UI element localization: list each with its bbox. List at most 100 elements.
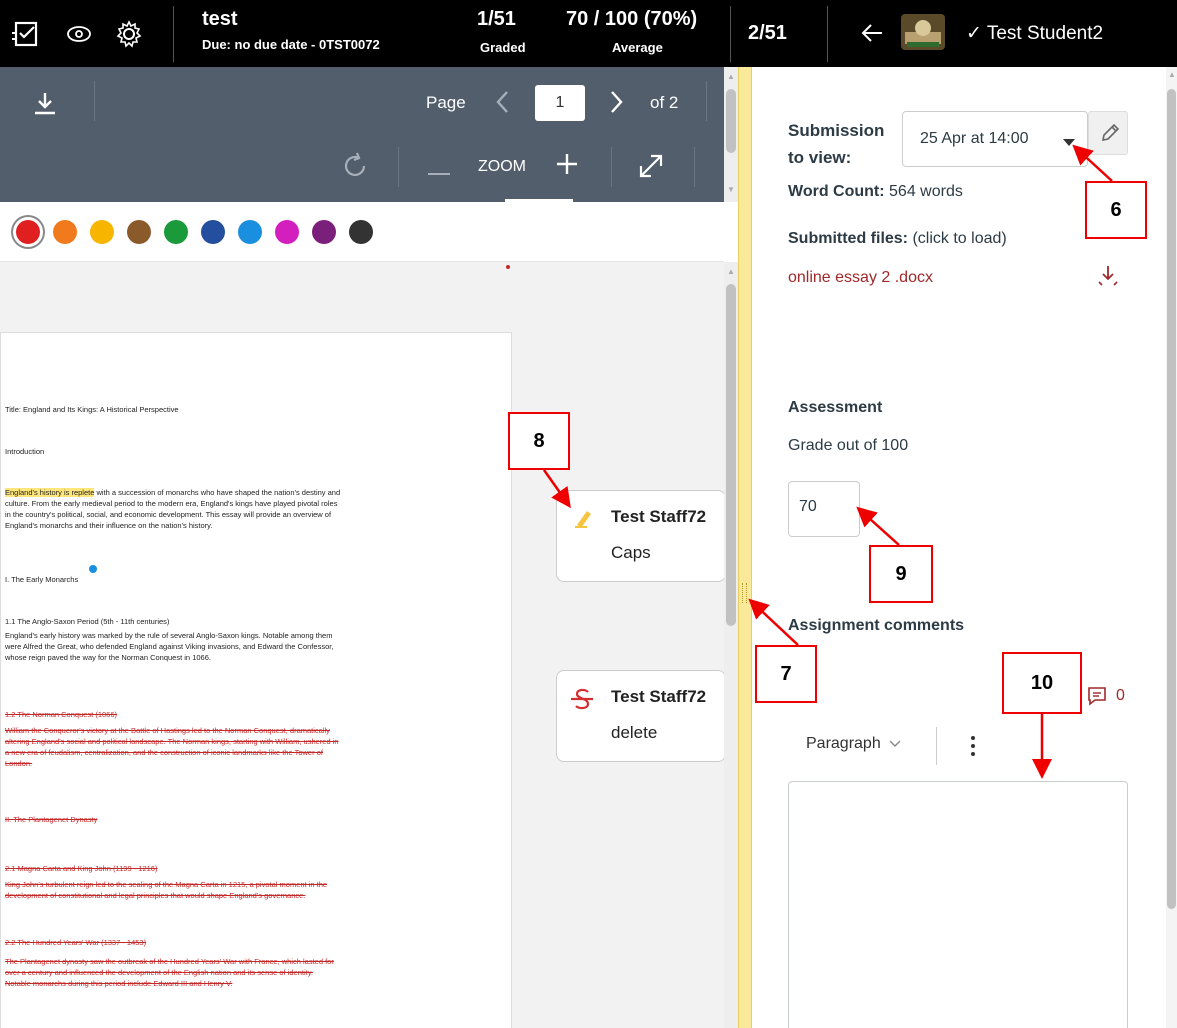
color-swatch[interactable] (53, 220, 77, 244)
callout-10: 10 (1002, 652, 1082, 714)
document-text-line[interactable]: culture. From the early medieval period … (5, 499, 337, 508)
toolbar-scrollbar[interactable]: ▲ ▼ (724, 67, 738, 202)
comment-author: Test Staff72 (611, 687, 707, 706)
color-swatch[interactable] (238, 220, 262, 244)
comment-count-icon (1086, 685, 1108, 712)
speedgrader-window: test Due: no due date - 0TST0072 1/51 Gr… (0, 0, 1177, 1028)
fullscreen-icon[interactable] (638, 153, 664, 184)
color-swatch[interactable] (164, 220, 188, 244)
eye-icon[interactable] (66, 23, 92, 50)
color-swatch[interactable] (127, 220, 151, 244)
point-annotation-pin-icon[interactable] (89, 565, 97, 573)
callout-7: 7 (755, 645, 817, 703)
color-swatch[interactable] (349, 220, 373, 244)
document-text-line[interactable]: England's history is replete with a succ… (5, 488, 340, 497)
callout-6: 6 (1085, 181, 1147, 239)
gradebook-icon[interactable] (12, 19, 42, 54)
next-page-chevron-icon[interactable] (608, 89, 624, 120)
page-total: of 2 (650, 93, 679, 112)
document-text-line[interactable]: 2.1 Magna Carta and King John (1199 - 12… (5, 864, 157, 873)
document-text-line[interactable]: II. The Plantagenet Dynasty (5, 815, 97, 824)
annotation-comment-card[interactable]: Test Staff72 Caps (556, 490, 726, 582)
download-icon[interactable] (32, 91, 58, 122)
due-date-text: Due: no due date - 0TST0072 (202, 37, 380, 52)
page-number-input[interactable]: 1 (535, 85, 585, 121)
zoom-in-icon[interactable] (556, 153, 578, 180)
annotation-comment-card[interactable]: Test Staff72 delete (556, 670, 726, 762)
callout-8: 8 (508, 412, 570, 470)
pencil-icon (1099, 122, 1121, 149)
assignment-title[interactable]: test (202, 8, 238, 31)
zoom-label: ZOOM (478, 158, 526, 175)
panel-resize-handle[interactable] (738, 67, 752, 1028)
student-avatar[interactable] (901, 14, 945, 55)
panel-scrollbar[interactable]: ▲ (1166, 67, 1177, 1028)
word-count: Word Count: 564 words (788, 183, 963, 200)
document-text-line[interactable]: development of constitutional and legal … (5, 891, 305, 900)
document-text-line[interactable]: a new era of feudalism, centralization, … (5, 748, 323, 757)
assessment-heading: Assessment (788, 399, 883, 416)
average-value: 70 / 100 (70%) (566, 8, 698, 30)
comment-editor[interactable] (788, 781, 1128, 1028)
submission-select[interactable]: 25 Apr at 14:00 (902, 111, 1088, 167)
document-text-line[interactable]: King John's turbulent reign led to the s… (5, 880, 327, 889)
comment-author: Test Staff72 (611, 507, 707, 526)
submitted-files: Submitted files: (click to load) (788, 230, 1007, 247)
rotate-icon[interactable] (340, 151, 370, 186)
graded-count: 1/51 (477, 8, 516, 30)
callout-9: 9 (869, 545, 933, 603)
document-text-line[interactable]: England's early history was marked by th… (5, 631, 332, 640)
document-page[interactable]: Title: England and Its Kings: A Historic… (0, 332, 512, 1028)
zoom-out-icon[interactable] (428, 163, 450, 181)
gear-icon[interactable] (114, 19, 144, 54)
color-swatch[interactable] (90, 220, 114, 244)
document-text-line[interactable]: in the country's political, social, and … (5, 510, 331, 519)
comment-body: delete (611, 723, 658, 742)
previous-student-arrow-icon[interactable] (860, 22, 884, 49)
document-text-line[interactable]: whose reign paved the way for the Norman… (5, 653, 211, 662)
document-text-line[interactable]: England's monarchs and their influence o… (5, 521, 212, 530)
strikeout-icon (569, 687, 595, 716)
color-swatch[interactable] (275, 220, 299, 244)
document-text-line[interactable]: Notable monarchs during this period incl… (5, 979, 232, 988)
file-download-icon[interactable] (1096, 263, 1120, 294)
document-viewer-toolbar: Page 1 of 2 ZOOM (0, 67, 724, 202)
color-swatch[interactable] (312, 220, 336, 244)
comment-body: Caps (611, 543, 651, 562)
submission-label: Submission to view: (788, 121, 885, 167)
document-text-line[interactable]: were Alfred the Great, who defended Engl… (5, 642, 333, 651)
student-name[interactable]: ✓ Test Student2 (966, 22, 1103, 45)
document-text-line[interactable]: altering England's social and political … (5, 737, 339, 746)
document-text-line[interactable]: London. (5, 759, 32, 768)
document-text-line[interactable]: Title: England and Its Kings: A Historic… (5, 405, 179, 414)
average-label: Average (612, 40, 663, 55)
student-index: 2/51 (748, 22, 787, 44)
comment-count: 0 (1116, 687, 1125, 704)
document-text-line[interactable]: Introduction (5, 447, 44, 456)
grade-input[interactable]: 70 (788, 481, 860, 537)
color-swatch[interactable] (16, 220, 40, 244)
document-text-line[interactable]: William the Conqueror's victory at the B… (5, 726, 330, 735)
caret-down-icon (1063, 134, 1075, 152)
assignment-comments-heading: Assignment comments (788, 617, 965, 634)
document-text-line[interactable]: 1.1 The Anglo-Saxon Period (5th - 11th c… (5, 617, 169, 626)
color-swatch[interactable] (201, 220, 225, 244)
submitted-file-link[interactable]: online essay 2 .docx (788, 269, 933, 287)
chevron-down-icon (889, 735, 901, 752)
document-text-line[interactable]: 1.2 The Norman Conquest (1066) (5, 710, 117, 719)
more-options-icon[interactable] (970, 735, 976, 762)
top-bar: test Due: no due date - 0TST0072 1/51 Gr… (0, 0, 1177, 67)
paragraph-format-dropdown[interactable]: Paragraph (806, 735, 901, 753)
highlighter-icon (573, 507, 595, 534)
document-text-line[interactable]: 2.2 The Hundred Years' War (1337 - 1453) (5, 938, 146, 947)
graded-label: Graded (480, 40, 526, 55)
edit-pencil-button[interactable] (1088, 111, 1128, 155)
document-scrollbar[interactable]: ▲ (724, 262, 738, 1028)
document-area: Title: England and Its Kings: A Historic… (0, 262, 726, 1028)
annotation-color-palette (0, 202, 724, 262)
document-text-line[interactable]: I. The Early Monarchs (5, 575, 78, 584)
grade-out-of-label: Grade out of 100 (788, 437, 909, 454)
previous-page-chevron-icon[interactable] (495, 89, 511, 120)
document-text-line[interactable]: The Plantagenet dynasty saw the outbreak… (5, 957, 334, 966)
document-text-line[interactable]: over a century and influenced the develo… (5, 968, 313, 977)
